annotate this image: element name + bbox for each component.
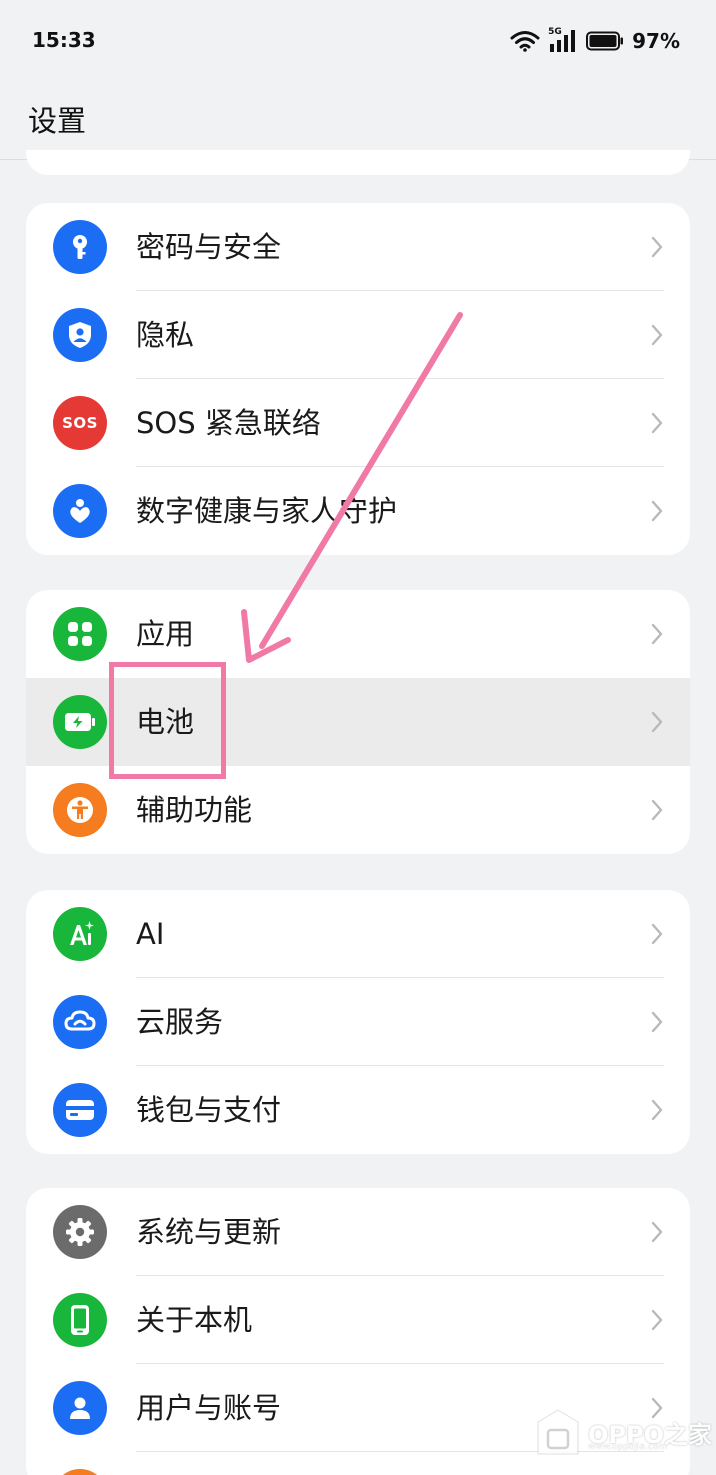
- status-time: 15:33: [32, 28, 96, 52]
- settings-item-label: 应用: [136, 617, 195, 651]
- watermark: OPPO之家 www.oppojia.com: [536, 1408, 712, 1456]
- settings-item-label: 数字健康与家人守护: [136, 494, 398, 528]
- page-title: 设置: [28, 104, 87, 138]
- chevron-right-icon: [651, 1309, 663, 1331]
- header: 设置: [0, 80, 716, 160]
- sos-icon: SOS: [53, 396, 107, 450]
- cloud-icon: [53, 995, 107, 1049]
- accessibility-icon: [53, 783, 107, 837]
- settings-item-password-security[interactable]: 密码与安全: [26, 203, 690, 291]
- settings-item-label: 关于本机: [136, 1303, 253, 1337]
- settings-item-about-phone[interactable]: 关于本机: [26, 1276, 690, 1364]
- chevron-right-icon: [651, 1011, 663, 1033]
- cellular-signal-icon: 5G: [548, 27, 578, 53]
- key-icon: [53, 220, 107, 274]
- partial-item-icon: [53, 1469, 107, 1475]
- user-icon: [53, 1381, 107, 1435]
- chevron-right-icon: [651, 799, 663, 821]
- settings-item-digital-wellbeing[interactable]: 数字健康与家人守护: [26, 467, 690, 555]
- chevron-right-icon: [651, 1099, 663, 1121]
- status-icons: 5G 97%: [510, 27, 680, 54]
- battery-icon: [53, 695, 107, 749]
- settings-group-services: AI 云服务 钱包与支付: [26, 890, 690, 1154]
- wifi-icon: [510, 31, 540, 52]
- settings-item-label: 用户与账号: [136, 1391, 282, 1425]
- wallet-card-icon: [53, 1083, 107, 1137]
- watermark-logo-icon: [537, 1409, 579, 1455]
- settings-card-partial: [26, 150, 690, 175]
- chevron-right-icon: [651, 711, 663, 733]
- status-bar: 15:33 5G 97%: [0, 0, 716, 80]
- ai-sparkle-icon: [53, 907, 107, 961]
- settings-item-label: 辅助功能: [136, 793, 253, 827]
- settings-item-label: 云服务: [136, 1005, 224, 1039]
- chevron-right-icon: [651, 923, 663, 945]
- phone-icon: [53, 1293, 107, 1347]
- chevron-right-icon: [651, 623, 663, 645]
- settings-item-label: AI: [136, 917, 165, 951]
- chevron-right-icon: [651, 412, 663, 434]
- settings-item-privacy[interactable]: 隐私: [26, 291, 690, 379]
- settings-item-label: 隐私: [136, 318, 195, 352]
- settings-item-wallet[interactable]: 钱包与支付: [26, 1066, 690, 1154]
- watermark-subtext: www.oppojia.com: [588, 1442, 668, 1452]
- settings-group-security: 密码与安全 隐私 SOS SOS 紧急联络 数字健康与家人守护: [26, 203, 690, 555]
- settings-item-label: SOS 紧急联络: [136, 406, 321, 440]
- chevron-right-icon: [651, 500, 663, 522]
- settings-item-label: 密码与安全: [136, 230, 282, 264]
- battery-percent: 97%: [632, 29, 680, 53]
- chevron-right-icon: [651, 324, 663, 346]
- battery-status-icon: [586, 31, 624, 51]
- chevron-right-icon: [651, 1221, 663, 1243]
- digital-wellbeing-icon: [53, 484, 107, 538]
- sos-icon-text: SOS: [62, 414, 98, 432]
- settings-item-ai[interactable]: AI: [26, 890, 690, 978]
- settings-item-label: 钱包与支付: [136, 1093, 282, 1127]
- chevron-right-icon: [651, 236, 663, 258]
- settings-item-sos[interactable]: SOS SOS 紧急联络: [26, 379, 690, 467]
- settings-item-system-update[interactable]: 系统与更新: [26, 1188, 690, 1276]
- settings-item-accessibility[interactable]: 辅助功能: [26, 766, 690, 854]
- settings-item-cloud[interactable]: 云服务: [26, 978, 690, 1066]
- settings-item-label: 系统与更新: [136, 1215, 282, 1249]
- privacy-shield-icon: [53, 308, 107, 362]
- apps-grid-icon: [53, 607, 107, 661]
- annotation-highlight-box: [109, 662, 226, 779]
- gear-icon: [53, 1205, 107, 1259]
